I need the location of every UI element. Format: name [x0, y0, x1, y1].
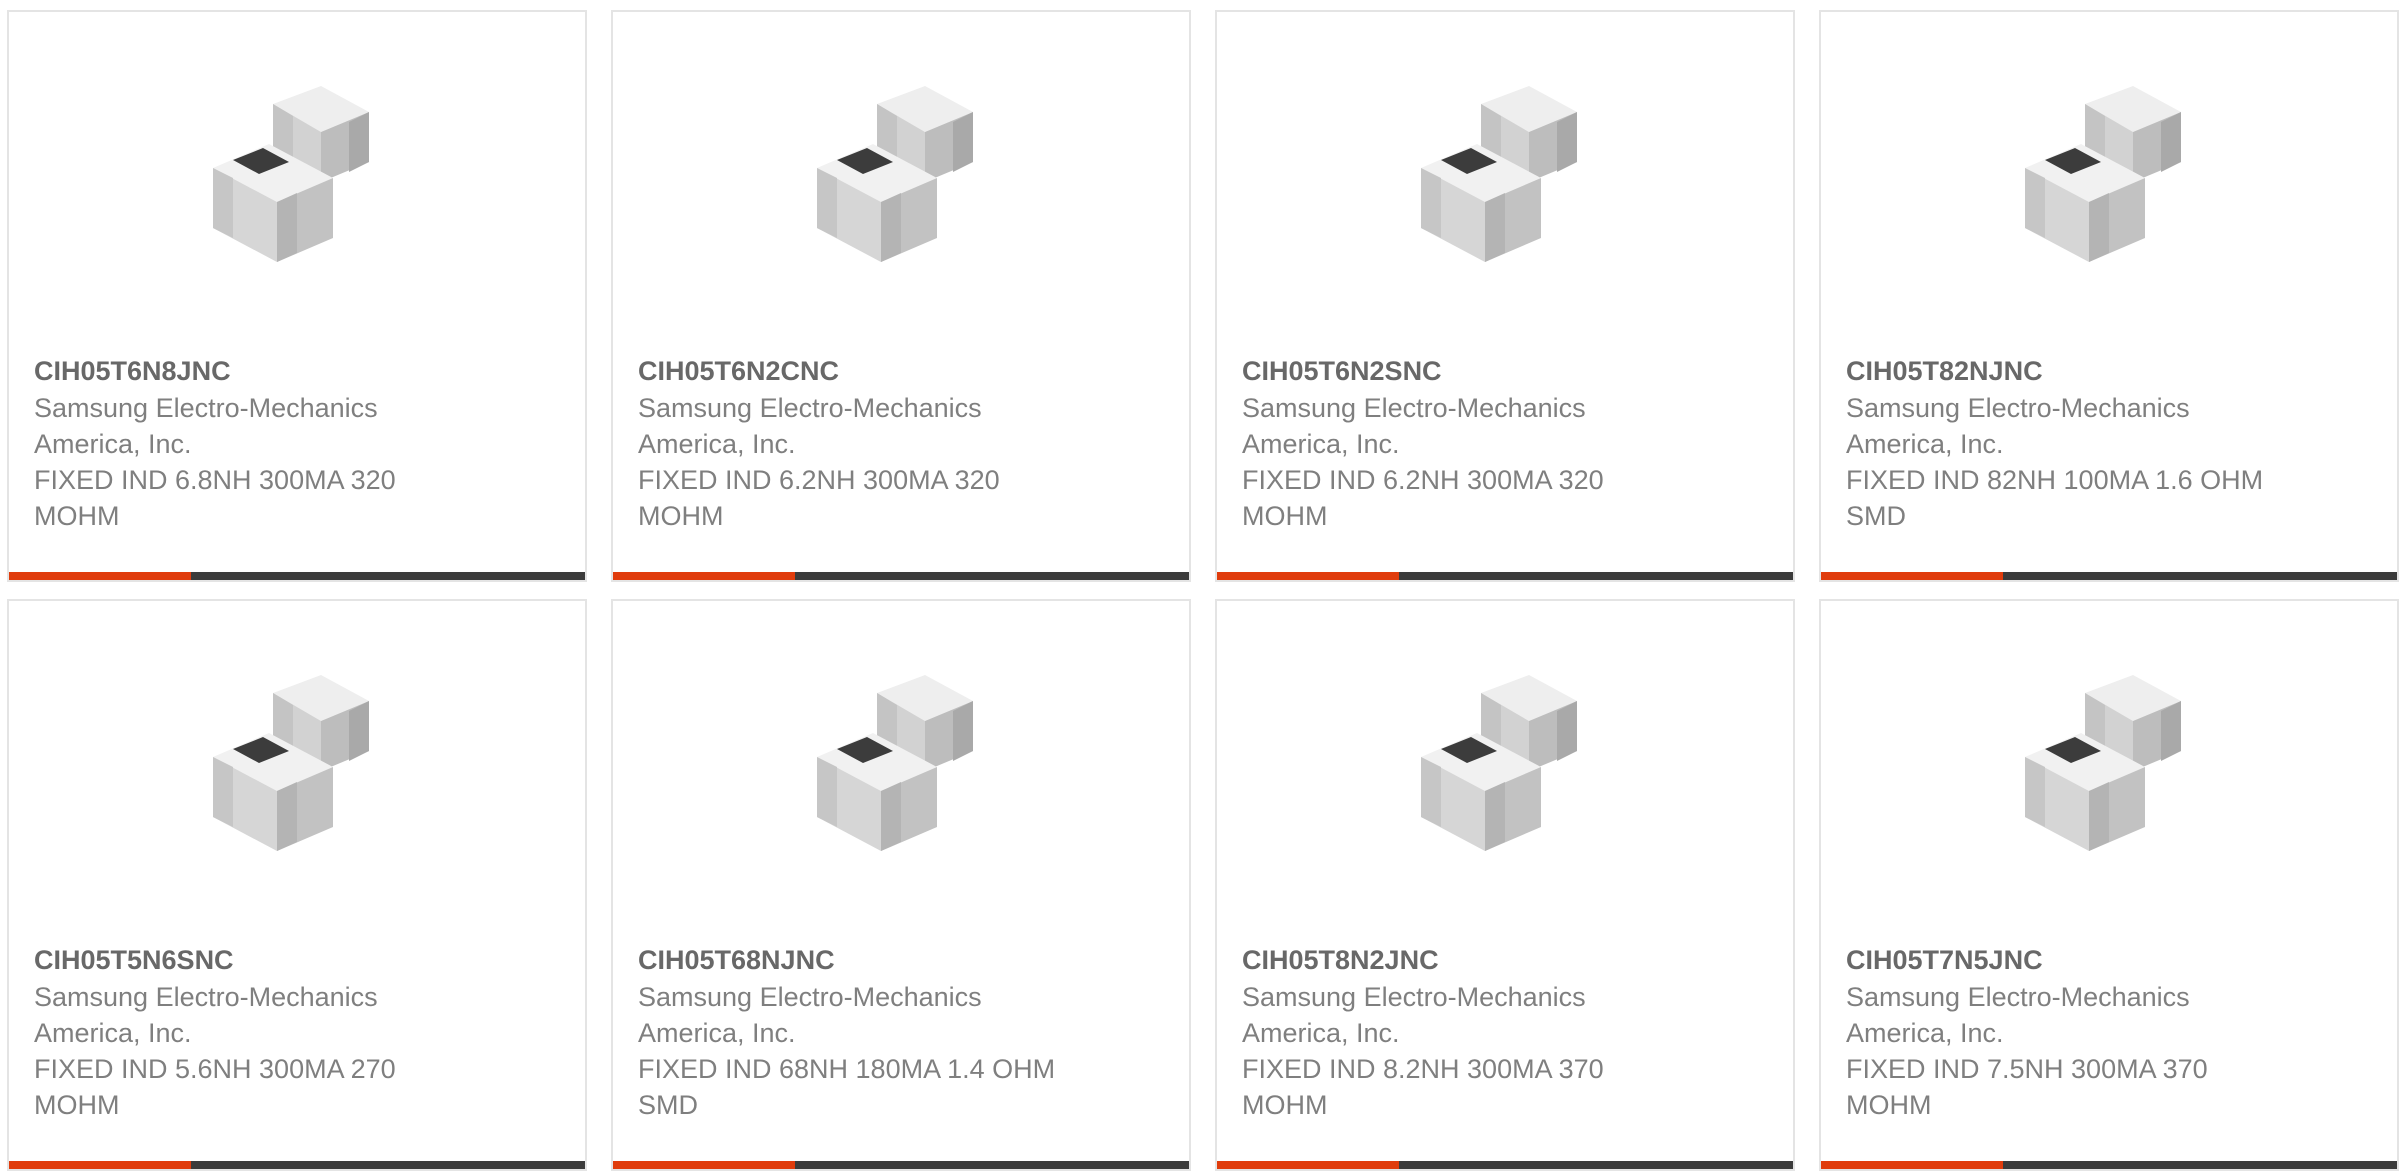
product-card[interactable]: CIH05T8N2JNC Samsung Electro-Mechanics A… — [1215, 599, 1795, 1171]
product-description: FIXED IND 6.8NH 300MA 320 MOHM — [34, 465, 396, 531]
smd-inductor-image[interactable] — [2005, 82, 2215, 292]
manufacturer-name: Samsung Electro-Mechanics America, Inc. — [1846, 393, 2190, 459]
product-description: FIXED IND 8.2NH 300MA 370 MOHM — [1242, 1054, 1604, 1120]
product-description: FIXED IND 6.2NH 300MA 320 MOHM — [1242, 465, 1604, 531]
part-number-link[interactable]: CIH05T6N8JNC — [34, 352, 454, 390]
card-accent-bar — [9, 1161, 191, 1169]
part-number-link[interactable]: CIH05T68NJNC — [638, 941, 1058, 979]
part-number-link[interactable]: CIH05T6N2CNC — [638, 352, 1058, 390]
card-accent-bar — [1217, 1161, 1399, 1169]
card-bottom-bar — [613, 1161, 1189, 1169]
product-description: FIXED IND 82NH 100MA 1.6 OHM SMD — [1846, 465, 2264, 531]
product-description: FIXED IND 5.6NH 300MA 270 MOHM — [34, 1054, 396, 1120]
product-card[interactable]: CIH05T5N6SNC Samsung Electro-Mechanics A… — [7, 599, 587, 1171]
card-accent-bar — [1821, 1161, 2003, 1169]
manufacturer-name: Samsung Electro-Mechanics America, Inc. — [1242, 982, 1586, 1048]
smd-inductor-image[interactable] — [797, 82, 1007, 292]
product-description: FIXED IND 6.2NH 300MA 320 MOHM — [638, 465, 1000, 531]
card-bottom-bar — [9, 572, 585, 580]
smd-inductor-image[interactable] — [1401, 671, 1611, 881]
card-accent-bar — [9, 572, 191, 580]
part-number-link[interactable]: CIH05T7N5JNC — [1846, 941, 2266, 979]
manufacturer-name: Samsung Electro-Mechanics America, Inc. — [1846, 982, 2190, 1048]
card-bottom-bar — [613, 572, 1189, 580]
manufacturer-name: Samsung Electro-Mechanics America, Inc. — [638, 982, 982, 1048]
card-bottom-bar — [9, 1161, 585, 1169]
smd-inductor-image[interactable] — [193, 671, 403, 881]
product-info: CIH05T6N8JNC Samsung Electro-Mechanics A… — [34, 352, 454, 534]
manufacturer-name: Samsung Electro-Mechanics America, Inc. — [34, 982, 378, 1048]
product-description: FIXED IND 7.5NH 300MA 370 MOHM — [1846, 1054, 2208, 1120]
product-info: CIH05T6N2SNC Samsung Electro-Mechanics A… — [1242, 352, 1662, 534]
card-bottom-bar — [1821, 572, 2397, 580]
product-card[interactable]: CIH05T6N8JNC Samsung Electro-Mechanics A… — [7, 10, 587, 582]
smd-inductor-image[interactable] — [797, 671, 1007, 881]
product-info: CIH05T7N5JNC Samsung Electro-Mechanics A… — [1846, 941, 2266, 1123]
card-bottom-bar — [1217, 1161, 1793, 1169]
smd-inductor-image[interactable] — [193, 82, 403, 292]
card-accent-bar — [613, 572, 795, 580]
card-accent-bar — [1821, 572, 2003, 580]
product-info: CIH05T8N2JNC Samsung Electro-Mechanics A… — [1242, 941, 1662, 1123]
manufacturer-name: Samsung Electro-Mechanics America, Inc. — [638, 393, 982, 459]
product-info: CIH05T5N6SNC Samsung Electro-Mechanics A… — [34, 941, 454, 1123]
product-card[interactable]: CIH05T82NJNC Samsung Electro-Mechanics A… — [1819, 10, 2399, 582]
manufacturer-name: Samsung Electro-Mechanics America, Inc. — [34, 393, 378, 459]
card-bottom-bar — [1217, 572, 1793, 580]
smd-inductor-image[interactable] — [1401, 82, 1611, 292]
card-bottom-bar — [1821, 1161, 2397, 1169]
product-card[interactable]: CIH05T7N5JNC Samsung Electro-Mechanics A… — [1819, 599, 2399, 1171]
card-accent-bar — [1217, 572, 1399, 580]
part-number-link[interactable]: CIH05T6N2SNC — [1242, 352, 1662, 390]
card-accent-bar — [613, 1161, 795, 1169]
manufacturer-name: Samsung Electro-Mechanics America, Inc. — [1242, 393, 1586, 459]
product-card[interactable]: CIH05T68NJNC Samsung Electro-Mechanics A… — [611, 599, 1191, 1171]
product-info: CIH05T68NJNC Samsung Electro-Mechanics A… — [638, 941, 1058, 1123]
part-number-link[interactable]: CIH05T8N2JNC — [1242, 941, 1662, 979]
smd-inductor-image[interactable] — [2005, 671, 2215, 881]
product-card[interactable]: CIH05T6N2SNC Samsung Electro-Mechanics A… — [1215, 10, 1795, 582]
product-description: FIXED IND 68NH 180MA 1.4 OHM SMD — [638, 1054, 1056, 1120]
product-card[interactable]: CIH05T6N2CNC Samsung Electro-Mechanics A… — [611, 10, 1191, 582]
product-info: CIH05T82NJNC Samsung Electro-Mechanics A… — [1846, 352, 2266, 534]
product-info: CIH05T6N2CNC Samsung Electro-Mechanics A… — [638, 352, 1058, 534]
part-number-link[interactable]: CIH05T5N6SNC — [34, 941, 454, 979]
product-grid: CIH05T6N8JNC Samsung Electro-Mechanics A… — [0, 0, 2400, 1171]
part-number-link[interactable]: CIH05T82NJNC — [1846, 352, 2266, 390]
